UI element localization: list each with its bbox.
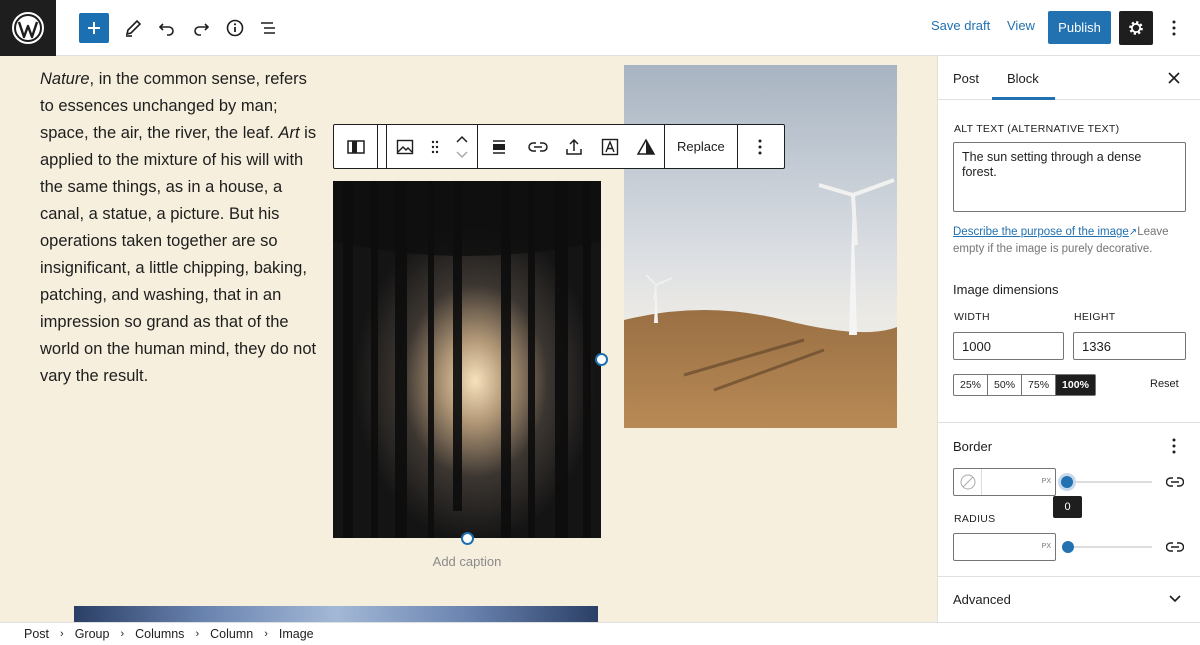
border-width-input[interactable]: PX — [953, 468, 1056, 496]
radius-slider-track[interactable] — [1068, 546, 1152, 548]
alt-text-field[interactable]: The sun setting through a dense forest. — [953, 142, 1186, 212]
radius-input[interactable]: PX — [953, 533, 1056, 561]
chevron-right-icon: › — [195, 628, 200, 640]
close-icon[interactable] — [1164, 68, 1184, 88]
image-block-icon[interactable] — [387, 125, 423, 168]
undo-icon[interactable] — [151, 12, 183, 44]
publish-button[interactable]: Publish — [1048, 11, 1111, 44]
breadcrumb-columns[interactable]: Columns — [135, 627, 184, 641]
block-options-kebab-icon[interactable] — [738, 125, 782, 168]
toolbar-group-block — [386, 125, 478, 168]
editor-canvas: Nature, in the common sense, refers to e… — [0, 56, 937, 622]
panel-divider — [938, 576, 1200, 577]
active-tab-indicator — [992, 97, 1055, 100]
block-toolbar: Replace — [333, 124, 785, 169]
tab-post[interactable]: Post — [953, 71, 979, 86]
align-icon[interactable] — [478, 125, 520, 168]
chevron-right-icon: › — [60, 628, 64, 640]
paragraph-text-2: is applied to the mixture of his will wi… — [40, 124, 317, 385]
size-percent-group: 25% 50% 75% 100% — [953, 374, 1096, 396]
chevron-right-icon: › — [264, 628, 268, 640]
replace-button[interactable]: Replace — [665, 125, 737, 168]
options-kebab-icon[interactable] — [1162, 14, 1186, 42]
panel-divider — [938, 422, 1200, 423]
resize-handle-right[interactable] — [595, 353, 608, 366]
upload-icon[interactable] — [556, 125, 592, 168]
border-options-kebab-icon[interactable] — [1166, 436, 1182, 456]
italic-word-art: Art — [278, 124, 300, 142]
breadcrumb-group[interactable]: Group — [75, 627, 110, 641]
save-draft-button[interactable]: Save draft — [931, 18, 990, 33]
describe-purpose-link[interactable]: Describe the purpose of the image — [953, 226, 1129, 238]
forest-sunset-image[interactable] — [333, 181, 601, 538]
toolbar-group-replace: Replace — [665, 125, 738, 168]
toolbar-group-tools — [478, 125, 665, 168]
border-slider-thumb[interactable] — [1061, 476, 1073, 488]
border-color-none-icon[interactable] — [954, 469, 982, 495]
breadcrumb: Post › Group › Columns › Column › Image — [0, 622, 1200, 645]
image-dimensions-title: Image dimensions — [953, 282, 1059, 297]
toolbar-group-parent — [334, 125, 378, 168]
chevron-down-icon[interactable] — [1166, 590, 1184, 608]
radius-unit[interactable]: PX — [1042, 543, 1051, 550]
breadcrumb-post[interactable]: Post — [24, 627, 49, 641]
add-block-button[interactable] — [79, 13, 109, 43]
view-button[interactable]: View — [1007, 18, 1035, 33]
breadcrumb-image: Image — [278, 627, 314, 641]
alt-text-label: ALT TEXT (ALTERNATIVE TEXT) — [954, 123, 1120, 135]
border-unit[interactable]: PX — [1042, 478, 1051, 485]
wind-turbine-image[interactable] — [624, 65, 897, 428]
slider-value-tooltip: 0 — [1053, 496, 1082, 518]
paragraph-block[interactable]: Nature, in the common sense, refers to e… — [40, 66, 320, 390]
wordpress-logo-icon[interactable] — [0, 0, 56, 56]
radius-label: RADIUS — [954, 513, 996, 525]
percent-75-button[interactable]: 75% — [1022, 375, 1057, 395]
toolbar-group-more — [738, 125, 782, 168]
height-input[interactable]: 1336 — [1073, 332, 1186, 360]
border-slider-track[interactable] — [1068, 481, 1152, 483]
settings-gear-icon[interactable] — [1119, 11, 1153, 45]
radius-link-icon[interactable] — [1165, 537, 1185, 557]
italic-word-nature: Nature — [40, 70, 90, 88]
reset-button[interactable]: Reset — [1150, 378, 1179, 390]
select-parent-columns-icon[interactable] — [338, 125, 374, 168]
tools-pencil-icon[interactable] — [117, 12, 149, 44]
settings-sidebar: Post Block ALT TEXT (ALTERNATIVE TEXT) T… — [937, 56, 1200, 622]
chevron-right-icon: › — [120, 628, 125, 640]
sidebar-tabs: Post Block — [938, 56, 1200, 100]
next-image-block[interactable] — [74, 606, 598, 622]
breadcrumb-column[interactable]: Column — [210, 627, 253, 641]
editor-header: Save draft View Publish — [0, 0, 1200, 56]
percent-50-button[interactable]: 50% — [988, 375, 1023, 395]
link-icon[interactable] — [520, 125, 556, 168]
details-info-icon[interactable] — [219, 12, 251, 44]
drag-handle-icon[interactable] — [423, 125, 447, 168]
height-label: HEIGHT — [1074, 311, 1116, 323]
alt-text-help: Describe the purpose of the image↗Leave … — [953, 224, 1193, 258]
list-view-icon[interactable] — [252, 12, 284, 44]
border-link-icon[interactable] — [1165, 472, 1185, 492]
width-label: WIDTH — [954, 311, 990, 323]
external-link-icon: ↗ — [1128, 227, 1138, 238]
width-input[interactable]: 1000 — [953, 332, 1064, 360]
duotone-filter-icon[interactable] — [628, 125, 664, 168]
text-overlay-icon[interactable] — [592, 125, 628, 168]
redo-icon[interactable] — [185, 12, 217, 44]
move-up-down-icon[interactable] — [447, 125, 477, 168]
advanced-panel-toggle[interactable]: Advanced — [953, 592, 1011, 607]
border-panel-title: Border — [953, 439, 993, 454]
tab-block[interactable]: Block — [1007, 71, 1039, 86]
resize-handle-bottom[interactable] — [461, 532, 474, 545]
add-caption-placeholder[interactable]: Add caption — [333, 554, 601, 569]
percent-25-button[interactable]: 25% — [954, 375, 989, 395]
radius-slider-thumb[interactable] — [1062, 541, 1074, 553]
percent-100-button[interactable]: 100% — [1056, 375, 1095, 395]
